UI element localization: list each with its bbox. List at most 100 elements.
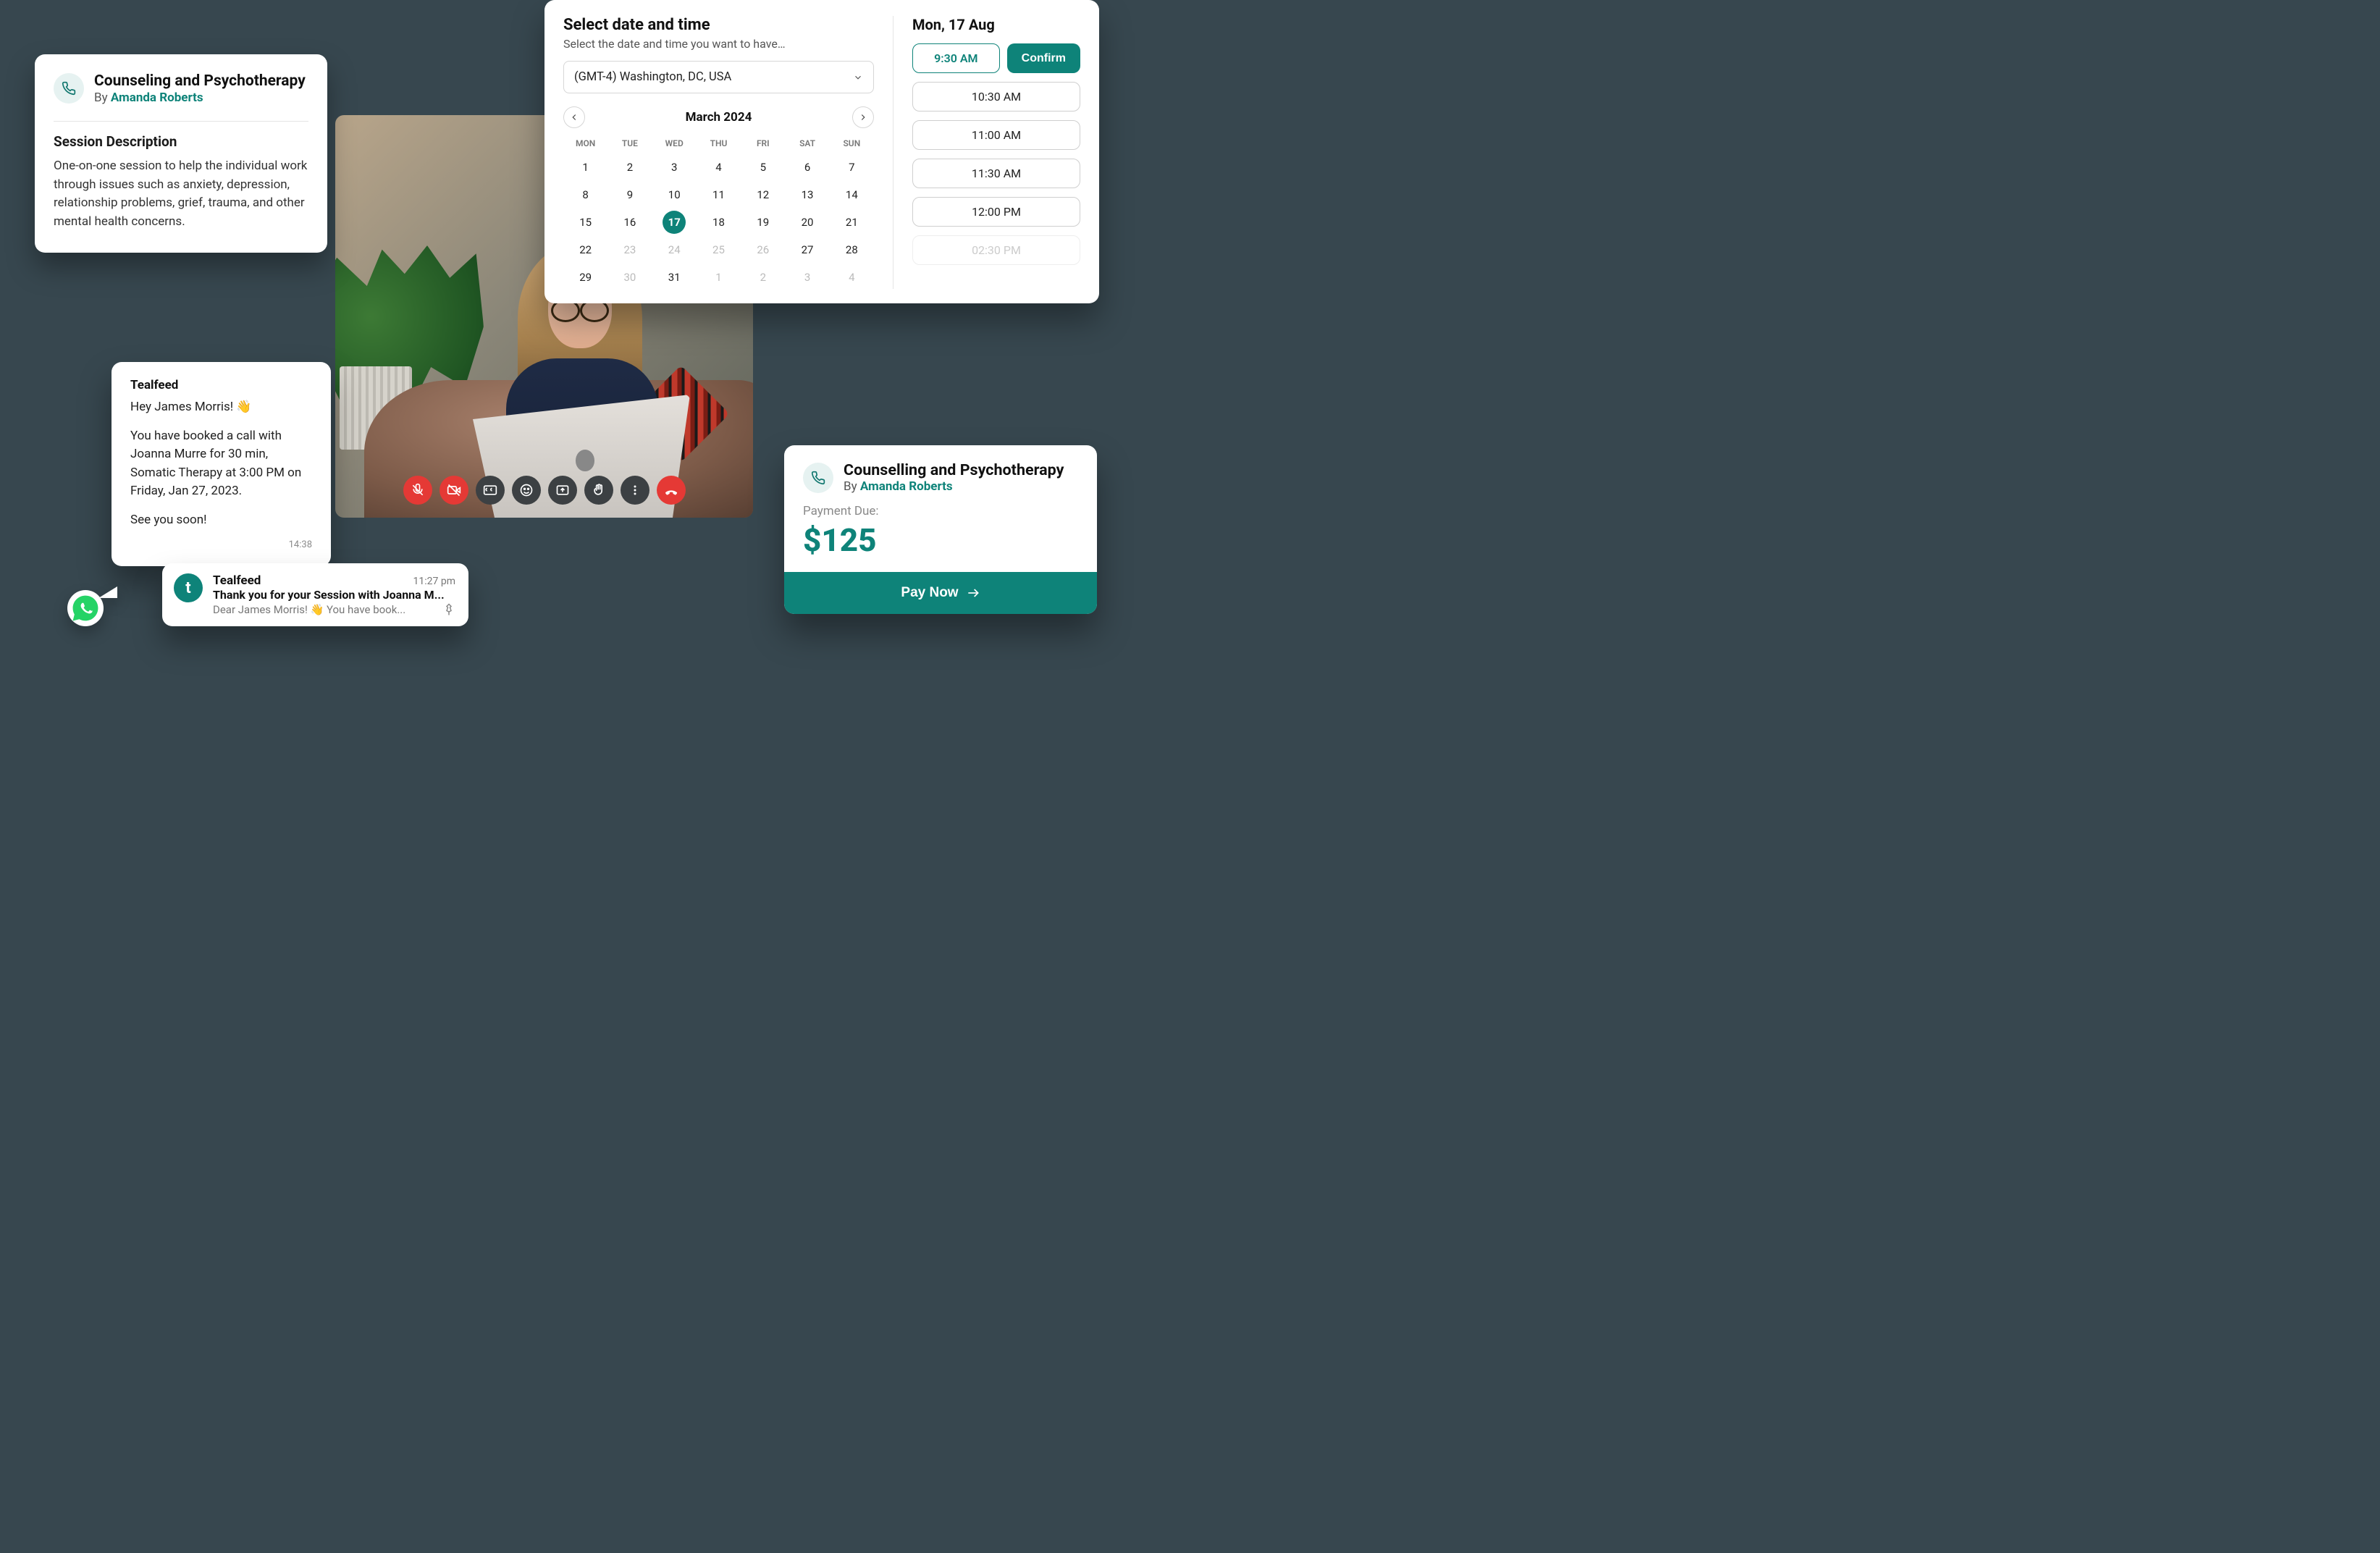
calendar-day[interactable]: 2 bbox=[618, 156, 642, 179]
chevron-left-icon bbox=[569, 112, 579, 122]
calendar-day[interactable]: 20 bbox=[796, 211, 819, 234]
calendar-day[interactable]: 21 bbox=[840, 211, 863, 234]
calendar-dow: THU bbox=[697, 135, 741, 151]
notification-sender: Tealfeed bbox=[213, 573, 261, 588]
hang-up-button[interactable] bbox=[657, 476, 686, 505]
more-options-icon bbox=[628, 483, 642, 497]
calendar-day[interactable]: 1 bbox=[707, 266, 730, 289]
calendar-day[interactable]: 16 bbox=[618, 211, 642, 234]
calendar-day[interactable]: 3 bbox=[796, 266, 819, 289]
phone-icon bbox=[54, 73, 84, 104]
calendar-day[interactable]: 27 bbox=[796, 238, 819, 261]
time-slot[interactable]: 10:30 AM bbox=[912, 82, 1080, 111]
notification-subject: Thank you for your Session with Joanna M… bbox=[213, 588, 455, 602]
notification-card[interactable]: t Tealfeed 11:27 pm Thank you for your S… bbox=[162, 563, 468, 626]
calendar-day[interactable]: 30 bbox=[618, 266, 642, 289]
chat-tail bbox=[98, 586, 117, 598]
calendar-dow: FRI bbox=[741, 135, 785, 151]
provider-link[interactable]: Amanda Roberts bbox=[860, 479, 953, 494]
calendar-day[interactable]: 12 bbox=[752, 183, 775, 206]
calendar-day[interactable]: 5 bbox=[752, 156, 775, 179]
calendar-month: March 2024 bbox=[686, 110, 752, 125]
session-desc-heading: Session Description bbox=[54, 133, 308, 150]
calendar-day[interactable]: 26 bbox=[752, 238, 775, 261]
chat-greeting: Hey James Morris! 👋 bbox=[130, 398, 312, 417]
picker-heading: Select date and time bbox=[563, 16, 874, 34]
calendar-day[interactable]: 15 bbox=[574, 211, 597, 234]
calendar-day[interactable]: 29 bbox=[574, 266, 597, 289]
provider-link[interactable]: Amanda Roberts bbox=[111, 91, 203, 105]
calendar-day[interactable]: 14 bbox=[840, 183, 863, 206]
time-slot[interactable]: 9:30 AM bbox=[912, 43, 1000, 73]
pay-now-button[interactable]: Pay Now bbox=[784, 572, 1097, 614]
present-screen-button[interactable] bbox=[548, 476, 577, 505]
timezone-value: (GMT-4) Washington, DC, USA bbox=[574, 70, 731, 84]
calendar-day[interactable]: 3 bbox=[663, 156, 686, 179]
chat-body: You have booked a call with Joanna Murre… bbox=[130, 427, 312, 501]
selected-date: Mon, 17 Aug bbox=[912, 16, 1080, 33]
pay-now-label: Pay Now bbox=[901, 585, 958, 601]
payment-byline: By Amanda Roberts bbox=[844, 479, 1064, 494]
calendar-day[interactable]: 4 bbox=[707, 156, 730, 179]
calendar-day[interactable]: 18 bbox=[707, 211, 730, 234]
calendar-day[interactable]: 1 bbox=[574, 156, 597, 179]
notification-preview: Dear James Morris! 👋 You have book... bbox=[213, 603, 437, 616]
calendar-dow: SAT bbox=[785, 135, 829, 151]
calendar-day[interactable]: 7 bbox=[840, 156, 863, 179]
whatsapp-icon[interactable] bbox=[67, 590, 104, 626]
calendar-day[interactable]: 24 bbox=[663, 238, 686, 261]
calendar-prev-button[interactable] bbox=[563, 106, 585, 128]
timezone-select[interactable]: (GMT-4) Washington, DC, USA bbox=[563, 61, 874, 93]
time-slot[interactable]: 12:00 PM bbox=[912, 197, 1080, 227]
calendar-day[interactable]: 9 bbox=[618, 183, 642, 206]
video-off-button[interactable] bbox=[440, 476, 468, 505]
chevron-right-icon bbox=[858, 112, 868, 122]
calendar-day[interactable]: 17 bbox=[663, 211, 686, 234]
raise-hand-icon bbox=[592, 483, 606, 497]
time-slot-list: 9:30 AMConfirm 10:30 AM 11:00 AM 11:30 AM 12… bbox=[912, 43, 1080, 265]
captions-button[interactable] bbox=[476, 476, 505, 505]
payment-amount: $125 bbox=[803, 521, 1078, 559]
calendar-dow: MON bbox=[563, 135, 607, 151]
mic-off-icon bbox=[411, 483, 425, 497]
raise-hand-button[interactable] bbox=[584, 476, 613, 505]
emoji-icon bbox=[519, 483, 534, 497]
video-call-controls bbox=[403, 476, 686, 505]
time-slot[interactable]: 11:30 AM bbox=[912, 159, 1080, 188]
emoji-button[interactable] bbox=[512, 476, 541, 505]
divider bbox=[54, 121, 308, 122]
calendar-day[interactable]: 23 bbox=[618, 238, 642, 261]
present-screen-icon bbox=[555, 483, 570, 497]
calendar-next-button[interactable] bbox=[852, 106, 874, 128]
calendar-day[interactable]: 13 bbox=[796, 183, 819, 206]
session-title: Counseling and Psychotherapy bbox=[94, 72, 306, 91]
captions-icon bbox=[483, 483, 497, 497]
by-prefix: By bbox=[844, 479, 860, 494]
chat-message-card: Tealfeed Hey James Morris! 👋 You have bo… bbox=[112, 362, 331, 566]
notification-avatar: t bbox=[174, 573, 203, 602]
more-options-button[interactable] bbox=[621, 476, 649, 505]
time-slot[interactable]: 11:00 AM bbox=[912, 120, 1080, 150]
session-description-card: Counseling and Psychotherapy By Amanda R… bbox=[35, 54, 327, 253]
payment-title: Counselling and Psychotherapy bbox=[844, 461, 1064, 479]
calendar-day[interactable]: 31 bbox=[663, 266, 686, 289]
payment-card: Counselling and Psychotherapy By Amanda … bbox=[784, 445, 1097, 614]
calendar-day[interactable]: 8 bbox=[574, 183, 597, 206]
calendar-day[interactable]: 11 bbox=[707, 183, 730, 206]
calendar-day[interactable]: 22 bbox=[574, 238, 597, 261]
bg-laptop-logo bbox=[576, 450, 594, 471]
calendar-day[interactable]: 4 bbox=[840, 266, 863, 289]
arrow-right-icon bbox=[966, 586, 980, 600]
calendar-day[interactable]: 19 bbox=[752, 211, 775, 234]
calendar-day[interactable]: 10 bbox=[663, 183, 686, 206]
calendar-day[interactable]: 2 bbox=[752, 266, 775, 289]
calendar-day[interactable]: 28 bbox=[840, 238, 863, 261]
video-off-icon bbox=[447, 483, 461, 497]
by-prefix: By bbox=[94, 91, 111, 105]
mic-off-button[interactable] bbox=[403, 476, 432, 505]
calendar-day[interactable]: 6 bbox=[796, 156, 819, 179]
calendar-dow: TUE bbox=[607, 135, 652, 151]
calendar-day[interactable]: 25 bbox=[707, 238, 730, 261]
chat-closing: See you soon! bbox=[130, 511, 312, 530]
confirm-button[interactable]: Confirm bbox=[1007, 43, 1080, 73]
